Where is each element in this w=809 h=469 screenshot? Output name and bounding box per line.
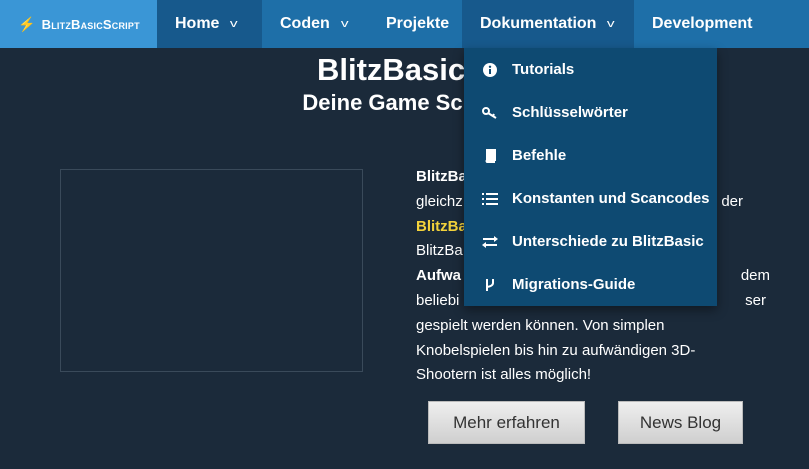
- exchange-icon: [482, 235, 498, 249]
- nav-label-projekte: Projekte: [386, 15, 450, 32]
- menu-label: Befehle: [512, 147, 567, 164]
- desc-line: Shootern ist alles möglich!: [416, 366, 592, 384]
- nav-item-home[interactable]: Home v: [157, 0, 262, 48]
- top-navbar: ⚡ BlitzBasicScript Home v Coden v Projek…: [0, 0, 809, 48]
- nav-item-projekte[interactable]: Projekte: [368, 0, 462, 48]
- desc-line: gespielt werden können. Von simplen: [416, 316, 665, 334]
- list-icon: [482, 192, 498, 206]
- info-icon: [482, 62, 498, 77]
- menu-label: Schlüsselwörter: [512, 104, 628, 121]
- menu-label: Konstanten und Scancodes: [512, 190, 710, 207]
- menu-item-migrations-guide[interactable]: Migrations-Guide: [464, 263, 717, 306]
- nav-label-coden: Coden: [280, 15, 330, 32]
- brand-logo[interactable]: ⚡ BlitzBasicScript: [0, 0, 157, 48]
- menu-label: Unterschiede zu BlitzBasic: [512, 233, 704, 250]
- menu-item-befehle[interactable]: Befehle: [464, 134, 717, 177]
- menu-label: Tutorials: [512, 61, 575, 78]
- nav-label-home: Home: [175, 15, 220, 32]
- nav-label-development: Development: [652, 15, 753, 32]
- key-icon: [482, 106, 498, 120]
- menu-label: Migrations-Guide: [512, 276, 636, 293]
- brand-name: BlitzBasicScript: [41, 16, 140, 32]
- nav-item-dokumentation[interactable]: Dokumentation v: [462, 0, 634, 48]
- menu-item-schluesselwoerter[interactable]: Schlüsselwörter: [464, 91, 717, 134]
- nav-label-dokumentation: Dokumentation: [480, 15, 597, 32]
- chevron-down-icon: v: [607, 18, 616, 30]
- menu-item-tutorials[interactable]: Tutorials: [464, 48, 717, 91]
- nav-item-development[interactable]: Development: [634, 0, 809, 48]
- menu-item-konstanten[interactable]: Konstanten und Scancodes: [464, 177, 717, 220]
- chevron-down-icon: v: [340, 18, 349, 30]
- book-icon: [482, 148, 498, 163]
- video-placeholder[interactable]: [60, 169, 363, 372]
- chevron-down-icon: v: [230, 18, 239, 30]
- lightning-icon: ⚡: [18, 15, 36, 32]
- nav-item-coden[interactable]: Coden v: [262, 0, 368, 48]
- more-info-button[interactable]: Mehr erfahren: [428, 401, 585, 444]
- branch-icon: [482, 278, 498, 292]
- menu-item-unterschiede[interactable]: Unterschiede zu BlitzBasic: [464, 220, 717, 263]
- news-blog-button[interactable]: News Blog: [618, 401, 743, 444]
- dokumentation-dropdown: Tutorials Schlüsselwörter Befehle Konsta…: [464, 48, 717, 306]
- desc-line: Knobelspielen bis hin zu aufwändigen 3D-: [416, 341, 696, 359]
